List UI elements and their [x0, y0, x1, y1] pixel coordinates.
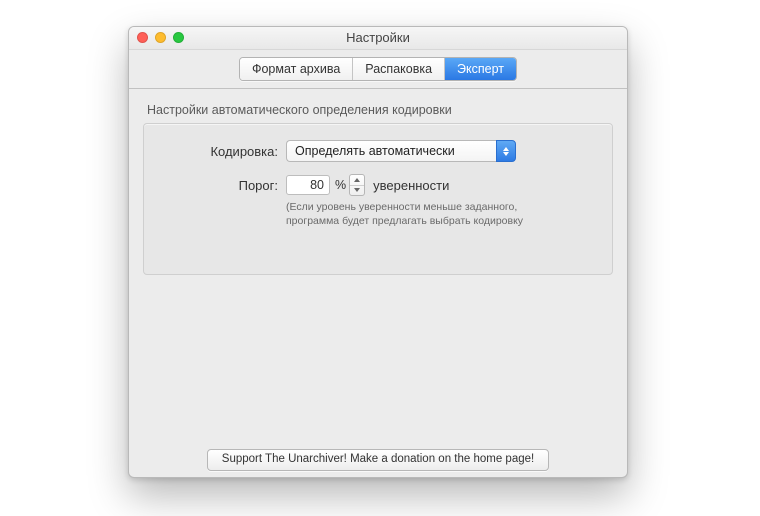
- zoom-icon[interactable]: [173, 32, 184, 43]
- encoding-group: Кодировка: Определять автоматически Поро…: [143, 123, 613, 275]
- stepper-down-icon[interactable]: [350, 186, 364, 196]
- chevron-up-down-icon[interactable]: [496, 140, 516, 162]
- threshold-suffix: уверенности: [373, 178, 449, 193]
- encoding-label: Кодировка:: [158, 144, 286, 159]
- donate-button[interactable]: Support The Unarchiver! Make a donation …: [207, 449, 549, 471]
- close-icon[interactable]: [137, 32, 148, 43]
- threshold-input[interactable]: 80: [286, 175, 330, 195]
- encoding-row: Кодировка: Определять автоматически: [158, 140, 598, 162]
- stepper-up-icon[interactable]: [350, 175, 364, 186]
- percent-sign: %: [335, 178, 346, 192]
- encoding-popup[interactable]: Определять автоматически: [286, 140, 516, 162]
- tab-archive-format[interactable]: Формат архива: [240, 58, 353, 80]
- hint-line-1: (Если уровень уверенности меньше заданно…: [286, 201, 517, 213]
- threshold-label: Порог:: [158, 178, 286, 193]
- threshold-row: Порог: 80 % уверенности: [158, 174, 598, 196]
- tab-expert[interactable]: Эксперт: [445, 58, 516, 80]
- window-title: Настройки: [129, 27, 627, 49]
- footer: Support The Unarchiver! Make a donation …: [129, 449, 627, 471]
- titlebar: Настройки: [129, 27, 627, 50]
- encoding-value: Определять автоматически: [286, 140, 496, 162]
- threshold-stepper[interactable]: [349, 174, 365, 196]
- traffic-lights: [137, 32, 184, 43]
- encoding-section-label: Настройки автоматического определения ко…: [147, 103, 613, 117]
- tab-bar: Формат архива Распаковка Эксперт: [129, 50, 627, 89]
- minimize-icon[interactable]: [155, 32, 166, 43]
- hint-line-2: программа будет предлагать выбрать кодир…: [286, 215, 523, 227]
- preferences-window: Настройки Формат архива Распаковка Экспе…: [128, 26, 628, 478]
- segmented-tabs: Формат архива Распаковка Эксперт: [239, 57, 517, 81]
- threshold-hint: (Если уровень уверенности меньше заданно…: [286, 200, 586, 228]
- content-area: Настройки автоматического определения ко…: [129, 89, 627, 478]
- tab-extraction[interactable]: Распаковка: [353, 58, 445, 80]
